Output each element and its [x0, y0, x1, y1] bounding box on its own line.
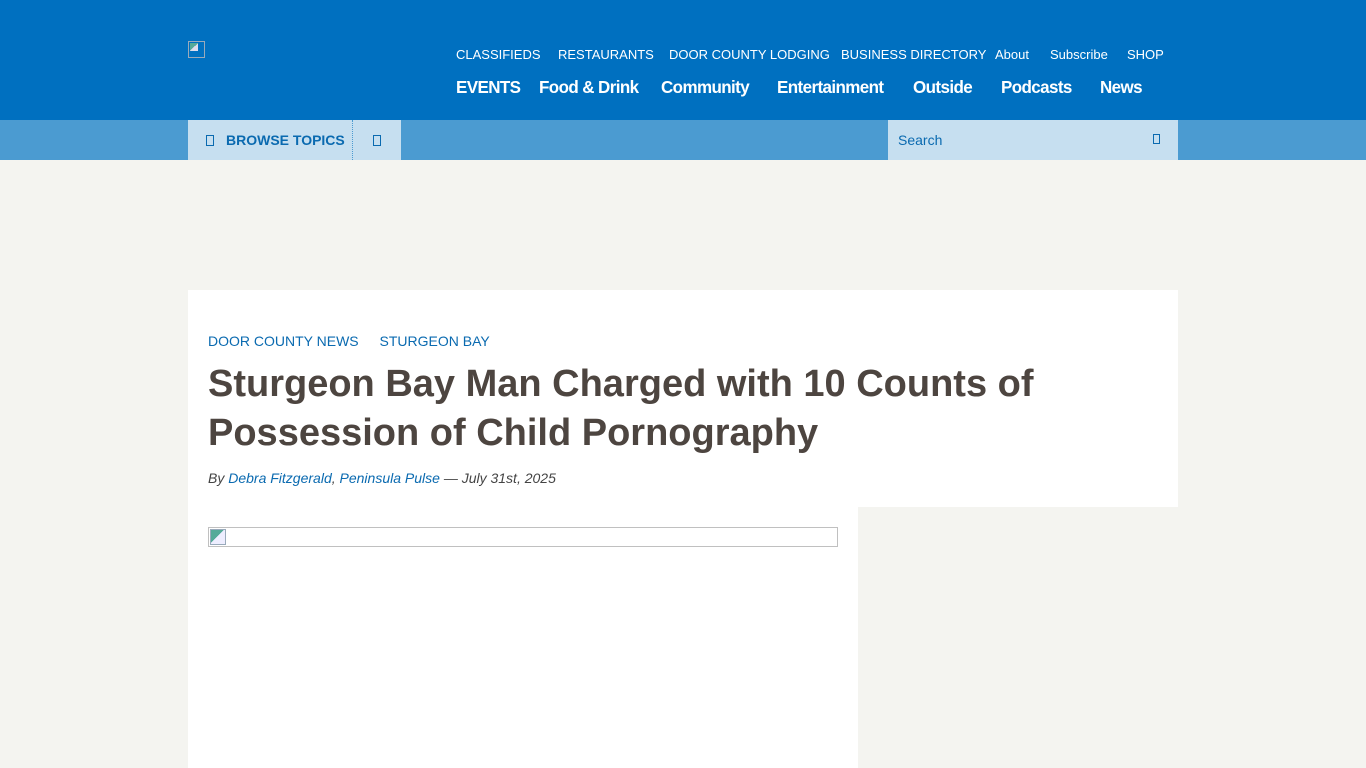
article-categories: DOOR COUNTY NEWS STURGEON BAY	[208, 333, 507, 349]
search-input[interactable]	[888, 120, 1138, 160]
category-link-sturgeon-bay[interactable]: STURGEON BAY	[380, 333, 490, 349]
broken-image-icon	[190, 43, 198, 51]
broken-image-icon	[210, 529, 226, 545]
main-nav-community[interactable]: Community	[661, 78, 750, 99]
browse-topics-button[interactable]: BROWSE TOPICS	[188, 120, 353, 160]
byline-prefix: By	[208, 470, 225, 486]
byline-separator: —	[443, 470, 458, 486]
article-byline: By Debra Fitzgerald, Peninsula Pulse — J…	[208, 470, 556, 486]
util-nav-classifieds[interactable]: CLASSIFIEDS	[456, 47, 541, 63]
featured-image	[208, 527, 838, 547]
util-nav-restaurants[interactable]: RESTAURANTS	[558, 47, 654, 63]
article-header: DOOR COUNTY NEWS STURGEON BAY Sturgeon B…	[188, 290, 1178, 507]
category-link-door-county-news[interactable]: DOOR COUNTY NEWS	[208, 333, 359, 349]
util-nav-lodging[interactable]: DOOR COUNTY LODGING	[669, 47, 830, 63]
topics-search-bar: BROWSE TOPICS	[0, 120, 1366, 160]
menu-icon	[206, 134, 214, 146]
main-nav-entertainment[interactable]: Entertainment	[777, 78, 884, 99]
search-icon[interactable]	[1153, 134, 1160, 144]
util-nav-shop[interactable]: SHOP	[1127, 47, 1164, 63]
util-nav-business-directory[interactable]: BUSINESS DIRECTORY	[841, 47, 986, 63]
topics-toggle-button[interactable]	[353, 120, 401, 160]
site-header: CLASSIFIEDS RESTAURANTS DOOR COUNTY LODG…	[0, 0, 1366, 120]
util-nav-about[interactable]: About	[995, 47, 1029, 63]
search-box	[888, 120, 1178, 160]
chevron-icon	[373, 134, 381, 146]
article-body	[188, 507, 858, 768]
browse-topics-label: BROWSE TOPICS	[226, 132, 345, 148]
main-nav-podcasts[interactable]: Podcasts	[1001, 78, 1072, 99]
main-nav-food-drink[interactable]: Food & Drink	[539, 78, 639, 99]
publication-link[interactable]: Peninsula Pulse	[340, 470, 440, 486]
article-date: July 31st, 2025	[461, 470, 556, 486]
site-logo[interactable]	[188, 41, 205, 58]
article-title: Sturgeon Bay Man Charged with 10 Counts …	[208, 363, 1034, 454]
main-nav-news[interactable]: News	[1100, 78, 1143, 99]
util-nav-subscribe[interactable]: Subscribe	[1050, 47, 1108, 63]
author-link[interactable]: Debra Fitzgerald	[228, 470, 332, 486]
main-nav-events[interactable]: EVENTS	[456, 78, 521, 99]
main-nav-outside[interactable]: Outside	[913, 78, 973, 99]
